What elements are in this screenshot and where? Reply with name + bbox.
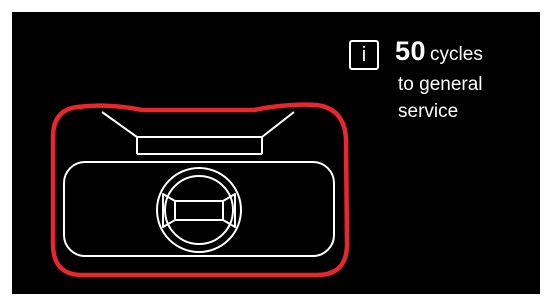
- machine-alert-outline: [50, 102, 350, 278]
- machine-top-hopper: [101, 111, 295, 154]
- service-message-line-2: service: [398, 101, 459, 122]
- machine-door-handle: [162, 193, 236, 228]
- cycle-count-number: 50: [395, 36, 427, 66]
- machine-door-outer: [156, 167, 242, 253]
- cycle-count-line: 50 cycles: [395, 36, 483, 67]
- info-icon: i: [349, 40, 379, 70]
- service-message-line-1: to general: [398, 74, 483, 95]
- cycle-count-unit: cycles: [430, 44, 483, 65]
- service-status-screen: i 50 cycles to general service: [12, 12, 540, 294]
